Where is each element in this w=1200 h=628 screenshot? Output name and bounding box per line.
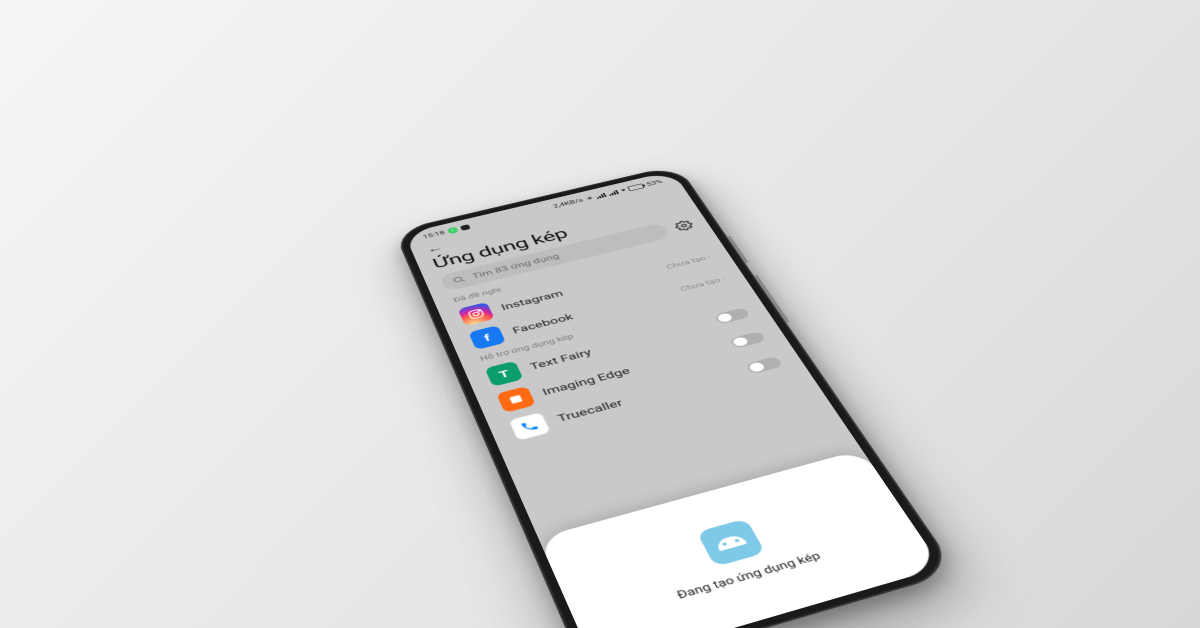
phone-frame: 15:18 • 2,4KB/s ∗ ▾ 53% ← Ứng dụng kép (394, 165, 958, 628)
battery-pct: 53% (645, 179, 663, 187)
signal-icon-2 (608, 190, 620, 196)
wifi-icon: ▾ (620, 187, 627, 193)
progress-text: Đang tạo ứng dụng kép (675, 550, 823, 602)
facebook-icon: f (468, 325, 506, 350)
toggle-switch[interactable] (729, 331, 767, 349)
toggle-switch[interactable] (714, 307, 751, 324)
app-status: Chưa tạo › (678, 275, 727, 293)
search-icon (451, 275, 467, 285)
app-status: Chưa tạo › (665, 253, 713, 271)
battery-icon (627, 183, 645, 191)
signal-icon (595, 192, 607, 198)
settings-icon[interactable] (672, 219, 695, 232)
toggle-switch[interactable] (745, 356, 783, 375)
status-app-icon (460, 224, 471, 231)
imaging-edge-icon (496, 386, 536, 413)
instagram-icon (458, 302, 495, 326)
truecaller-icon (508, 412, 551, 442)
phone-screen: 15:18 • 2,4KB/s ∗ ▾ 53% ← Ứng dụng kép (404, 171, 942, 628)
cloning-app-icon (696, 518, 765, 567)
status-pill-icon: • (447, 227, 459, 235)
